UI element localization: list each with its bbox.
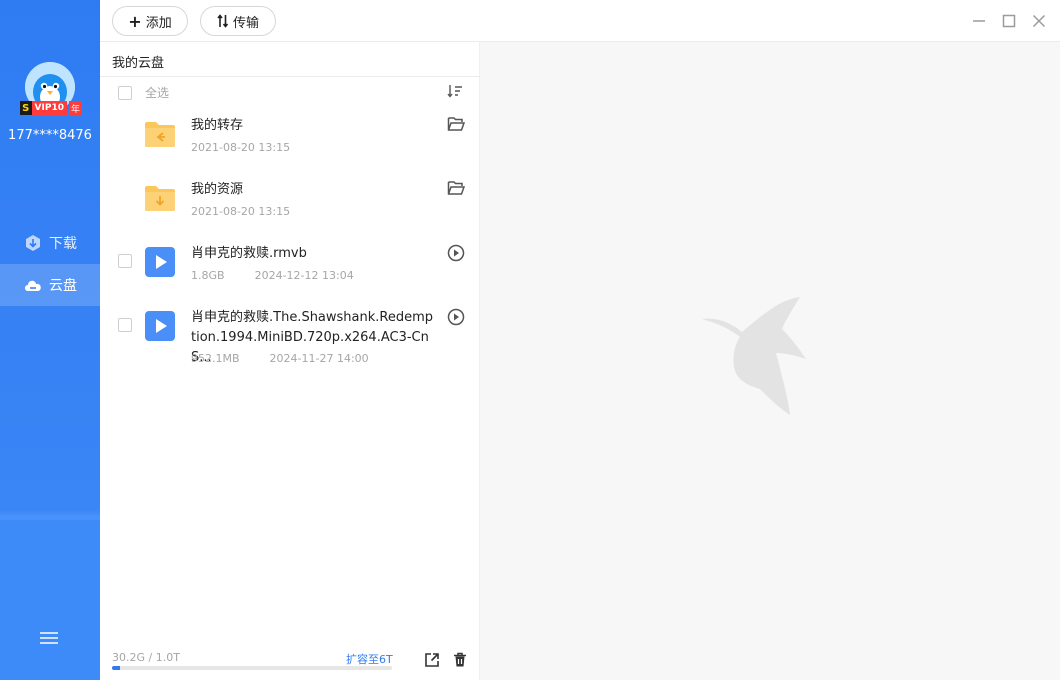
folder-icon	[144, 118, 176, 150]
storage-progress-bar	[112, 666, 392, 670]
storage-quota: 30.2G / 1.0T	[112, 651, 180, 664]
nav-item-download[interactable]: 下载	[0, 222, 100, 264]
add-button-label: 添加	[145, 15, 172, 31]
list-item[interactable]: 肖申克的救赎.rmvb 1.8GB 2024-12-12 13:04	[100, 234, 480, 298]
list-item[interactable]: 我的转存 2021-08-20 13:15	[100, 106, 480, 170]
vip-year-label: 年	[68, 101, 82, 115]
play-circle-icon	[447, 308, 465, 326]
download-icon	[23, 233, 43, 253]
vip-badge: S VIP10 年	[20, 101, 82, 115]
hummingbird-logo-icon	[702, 297, 806, 415]
file-list-panel: 我的云盘 全选 我的转存 2021-08-20 13:15 我的资源 2021-…	[100, 42, 480, 680]
menu-icon-bar	[40, 642, 58, 644]
play-button[interactable]	[447, 308, 465, 326]
list-item[interactable]: 我的资源 2021-08-20 13:15	[100, 170, 480, 234]
vip-level-label: VIP10	[31, 101, 67, 115]
file-size: 952.1MB	[191, 352, 240, 365]
share-button[interactable]	[424, 652, 440, 668]
select-all-label: 全选	[145, 86, 170, 100]
nav-item-label: 云盘	[49, 278, 77, 294]
add-button[interactable]: + 添加	[112, 6, 188, 36]
top-toolbar: + 添加 传输	[100, 0, 1060, 42]
nav-item-cloud[interactable]: 云盘	[0, 264, 100, 306]
select-all-checkbox[interactable]	[118, 85, 132, 100]
select-all[interactable]: 全选	[118, 84, 169, 101]
play-circle-icon	[447, 244, 465, 262]
row-checkbox[interactable]	[118, 254, 132, 268]
menu-icon	[40, 632, 58, 634]
delete-button[interactable]	[452, 652, 468, 668]
file-date: 2024-12-12 13:04	[254, 269, 354, 282]
folder-open-icon	[447, 117, 466, 131]
cloud-icon	[23, 275, 43, 295]
file-meta: 2021-08-20 13:15	[191, 205, 290, 218]
list-item[interactable]: 肖申克的救赎.The.Shawshank.Redemption.1994.Min…	[100, 298, 480, 378]
transfer-icon	[217, 14, 229, 28]
trash-icon	[454, 652, 466, 667]
file-name: 我的转存	[191, 118, 244, 133]
breadcrumb[interactable]: 我的云盘	[112, 52, 164, 71]
open-folder-button[interactable]	[447, 116, 466, 134]
divider	[100, 76, 480, 77]
storage-progress-fill	[112, 666, 121, 670]
file-meta: 1.8GB 2024-12-12 13:04	[191, 269, 354, 282]
row-checkbox[interactable]	[118, 318, 132, 332]
file-date: 2021-08-20 13:15	[191, 141, 291, 154]
maximize-button[interactable]	[1000, 12, 1018, 30]
file-date: 2024-11-27 14:00	[269, 352, 369, 365]
file-name: 我的资源	[191, 182, 244, 197]
file-meta: 2021-08-20 13:15	[191, 141, 290, 154]
menu-icon-bar	[40, 637, 58, 639]
transfer-button[interactable]: 传输	[200, 6, 276, 36]
preview-area	[480, 42, 1060, 680]
file-name: 肖申克的救赎.rmvb	[191, 246, 307, 261]
menu-button[interactable]	[40, 629, 60, 647]
file-date: 2021-08-20 13:15	[191, 205, 291, 218]
play-button[interactable]	[447, 244, 465, 262]
open-folder-button[interactable]	[447, 180, 466, 198]
vip-s-label: S	[20, 101, 32, 115]
share-icon	[425, 653, 439, 667]
user-phone: 177****8476	[8, 128, 92, 143]
sort-button[interactable]	[447, 83, 463, 99]
video-file-icon	[144, 246, 176, 278]
close-button[interactable]	[1030, 12, 1048, 30]
folder-icon	[144, 182, 176, 214]
transfer-button-label: 传输	[232, 15, 259, 31]
minimize-button[interactable]	[970, 12, 988, 30]
close-icon	[1032, 14, 1046, 28]
sort-icon	[447, 85, 462, 98]
folder-open-icon	[447, 181, 466, 195]
video-file-icon	[144, 310, 176, 342]
file-meta: 952.1MB 2024-11-27 14:00	[191, 352, 369, 365]
plus-icon: +	[128, 11, 142, 31]
minimize-icon	[973, 20, 985, 22]
nav-item-label: 下载	[49, 236, 77, 252]
file-size: 1.8GB	[191, 269, 225, 282]
sidebar: S VIP10 年 177****8476 下载 云盘	[0, 0, 100, 680]
maximize-icon	[1002, 14, 1016, 28]
expand-storage-link[interactable]: 扩容至6T	[346, 651, 393, 667]
sidebar-footer	[0, 520, 100, 680]
